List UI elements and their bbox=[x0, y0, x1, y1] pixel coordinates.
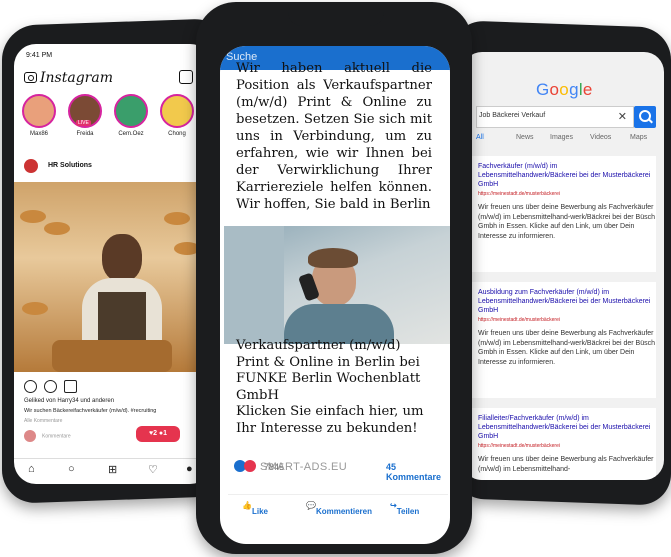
google-logo-letter: G bbox=[536, 80, 550, 99]
ad-screen: Suche Wir haben aktuell die Position als… bbox=[220, 46, 450, 544]
avatar bbox=[24, 159, 38, 173]
story-name: Cem.Oez bbox=[118, 131, 144, 137]
result-url: https://meinestadt.de/musterbäckerei bbox=[478, 317, 560, 323]
all-comments-link[interactable]: Alle Kommentare bbox=[24, 418, 62, 424]
tab-maps[interactable]: Maps bbox=[630, 134, 647, 141]
bread-shape bbox=[44, 222, 70, 235]
search-icon[interactable]: ○ bbox=[68, 463, 75, 475]
post-image[interactable] bbox=[14, 182, 212, 372]
story-name: Freida bbox=[76, 131, 94, 137]
comment-icon[interactable] bbox=[44, 380, 57, 393]
status-time: 9:41 PM bbox=[26, 52, 53, 59]
google-logo-letter: e bbox=[582, 80, 593, 99]
search-input[interactable]: Job Bäckerei Verkauf ✕ bbox=[476, 106, 634, 128]
avatar bbox=[114, 94, 148, 128]
baker-head bbox=[102, 234, 142, 282]
camera-icon[interactable] bbox=[24, 72, 37, 83]
like-icon[interactable] bbox=[24, 380, 37, 393]
google-screen: Google Job Bäckerei Verkauf ✕ All News I… bbox=[462, 52, 664, 480]
bread-shape bbox=[164, 212, 190, 225]
like-button[interactable]: 👍 Like bbox=[242, 501, 268, 516]
tab-videos[interactable]: Videos bbox=[590, 134, 611, 141]
post-author: HR Solutions bbox=[48, 162, 92, 169]
avatar bbox=[22, 94, 56, 128]
ad-photo[interactable] bbox=[224, 226, 450, 344]
ad-job-title: Verkaufspartner (m/w/d) Print & Online i… bbox=[236, 338, 421, 403]
avatar bbox=[160, 94, 194, 128]
search-result[interactable]: Ausbildung zum Fachverkäufer (m/w/d) im … bbox=[472, 282, 656, 398]
result-url: https://meinestadt.de/musterbäckerei bbox=[478, 191, 560, 197]
ad-job-text: Verkaufspartner (m/w/d) Print & Online i… bbox=[236, 338, 434, 437]
comment-button[interactable]: 💬 Kommentieren bbox=[306, 501, 372, 516]
story-name: Max86 bbox=[29, 131, 48, 137]
post-caption: Wir suchen Bäckereifachverkäufer (m/w/d)… bbox=[24, 408, 157, 414]
share-button[interactable]: ↪ Teilen bbox=[390, 501, 419, 516]
comments-count[interactable]: 45 Kommentare bbox=[386, 462, 448, 482]
search-button[interactable] bbox=[634, 106, 656, 128]
ad-body-text: Wir haben aktuell die Position als Verka… bbox=[236, 61, 432, 212]
search-query: Job Bäckerei Verkauf bbox=[479, 112, 546, 119]
notification-badge: ♥2 ●1 bbox=[136, 426, 180, 442]
result-title[interactable]: Filialleiter/Fachverkäufer (m/w/d) im Le… bbox=[478, 414, 656, 441]
instagram-screen: 9:41 PM Instagram Max86 LIVE Freida Cem.O… bbox=[14, 44, 212, 484]
search-result[interactable]: Fachverkäufer (m/w/d) im Lebensmittelhan… bbox=[472, 156, 656, 272]
result-description: Wir freuen uns über deine Bewerbung als … bbox=[478, 456, 654, 473]
post-action-bar: 👍 Like 💬 Kommentieren ↪ Teilen bbox=[228, 494, 448, 516]
post-header[interactable]: HR Solutions bbox=[24, 159, 204, 175]
post-actions bbox=[24, 380, 204, 394]
bread-shape bbox=[22, 302, 48, 315]
add-post-icon[interactable]: ⊞ bbox=[108, 463, 117, 476]
center-notch bbox=[288, 4, 384, 26]
story-item[interactable]: Chong bbox=[160, 94, 194, 137]
story-item[interactable]: Max86 bbox=[22, 94, 56, 137]
heart-icon[interactable]: ♡ bbox=[148, 463, 158, 476]
result-url: https://meinestadt.de/musterbäckerei bbox=[478, 443, 560, 449]
share-label: Teilen bbox=[396, 507, 420, 516]
watermark: SMART-ADS.EU bbox=[260, 461, 348, 473]
search-result[interactable]: Filialleiter/Fachverkäufer (m/w/d) im Le… bbox=[472, 408, 656, 480]
comment-input[interactable]: Kommentare bbox=[24, 430, 71, 442]
story-name: Chong bbox=[168, 131, 186, 137]
ad-cta[interactable]: Klicken Sie einfach hier, um Ihr Interes… bbox=[236, 404, 434, 437]
love-reaction-icon bbox=[244, 460, 256, 472]
tab-images[interactable]: Images bbox=[550, 134, 573, 141]
profile-icon[interactable]: ● bbox=[186, 463, 193, 475]
igtv-icon[interactable] bbox=[179, 70, 193, 84]
person-hair bbox=[308, 248, 358, 268]
tab-all[interactable]: All bbox=[476, 134, 484, 141]
story-item[interactable]: LIVE Freida bbox=[68, 94, 102, 137]
google-logo-letter: o bbox=[549, 80, 560, 99]
home-icon[interactable]: ⌂ bbox=[28, 463, 35, 475]
bread-basket bbox=[52, 340, 172, 372]
instagram-logo: Instagram bbox=[40, 70, 113, 86]
result-title[interactable]: Ausbildung zum Fachverkäufer (m/w/d) im … bbox=[478, 288, 656, 315]
share-icon[interactable] bbox=[64, 380, 77, 393]
result-description: Wir freuen uns über deine Bewerbung als … bbox=[478, 330, 656, 366]
live-badge: LIVE bbox=[76, 120, 91, 126]
google-logo: Google bbox=[536, 80, 593, 100]
bottom-nav: ⌂ ○ ⊞ ♡ ● bbox=[14, 458, 212, 479]
comment-placeholder: Kommentare bbox=[42, 433, 71, 440]
story-item[interactable]: Cem.Oez bbox=[114, 94, 148, 137]
clear-icon[interactable]: ✕ bbox=[618, 110, 627, 123]
photo-background bbox=[224, 226, 284, 344]
search-tabs: All News Images Videos Maps bbox=[476, 134, 664, 148]
liked-by-text: Geliked von Harry34 und anderen bbox=[24, 398, 115, 404]
result-title[interactable]: Fachverkäufer (m/w/d) im Lebensmittelhan… bbox=[478, 162, 656, 189]
avatar bbox=[24, 430, 36, 442]
like-label: Like bbox=[251, 507, 268, 516]
tab-news[interactable]: News bbox=[516, 134, 534, 141]
stories-row: Max86 LIVE Freida Cem.Oez Chong bbox=[22, 94, 212, 149]
bread-shape bbox=[20, 210, 46, 223]
google-logo-letter: o bbox=[559, 80, 570, 99]
comment-label: Kommentieren bbox=[315, 507, 372, 516]
result-description: Wir freuen uns über deine Bewerbung als … bbox=[478, 204, 656, 240]
google-logo-letter: g bbox=[569, 80, 579, 99]
